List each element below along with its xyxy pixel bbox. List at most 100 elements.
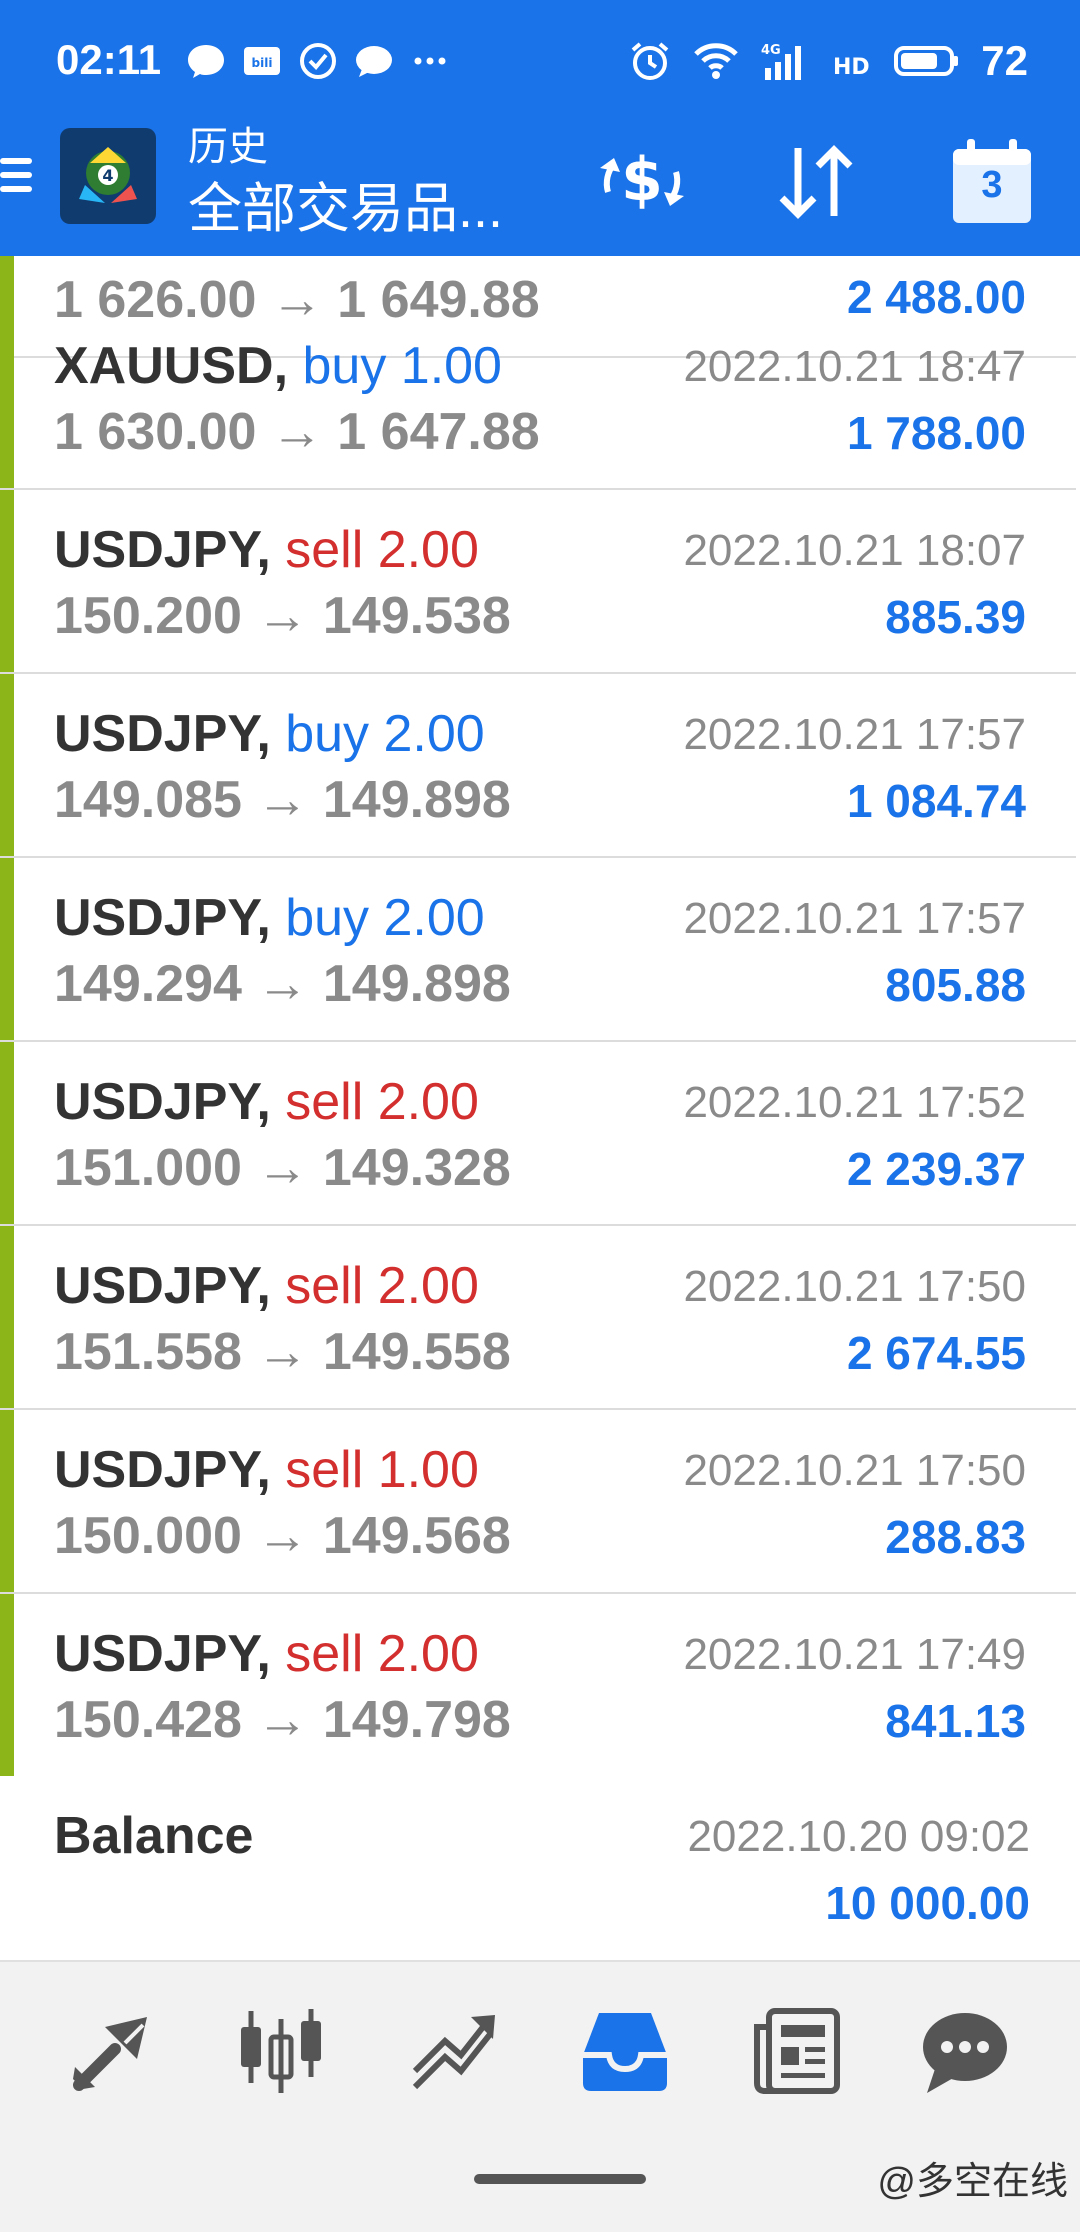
trade-prices: 150.200 → 149.538 [54, 587, 511, 645]
alarm-icon [631, 42, 669, 80]
trade-side-volume: sell 2.00 [285, 1073, 479, 1131]
trade-row[interactable]: USDJPY, sell 2.00 151.558 → 149.558 2022.1… [0, 1226, 1076, 1410]
trade-prices: 149.085 → 149.898 [54, 771, 511, 829]
trade-profit: 1 084.74 [846, 775, 1026, 827]
nav-quotes-icon[interactable] [58, 1996, 168, 2106]
home-indicator[interactable] [474, 2174, 646, 2184]
trade-profit: 1 788.00 [846, 407, 1026, 459]
nav-trade-icon[interactable] [398, 1996, 508, 2106]
profit-indicator [0, 1042, 14, 1224]
trade-time: 2022.10.21 17:49 [683, 1630, 1026, 1679]
trade-symbol: USDJPY, sell 2.00 [54, 1072, 479, 1132]
sort-icon[interactable] [766, 132, 866, 232]
trade-row[interactable]: USDJPY, sell 1.00 150.000 → 149.568 2022.1… [0, 1410, 1076, 1594]
symbol-name: XAUUSD, [54, 337, 289, 395]
trade-row[interactable]: USDJPY, sell 2.00 150.428 → 149.798 2022.1… [0, 1594, 1076, 1778]
trade-row[interactable]: USDJPY, buy 2.00 149.085 → 149.898 2022.10… [0, 674, 1076, 858]
nav-history-icon[interactable] [570, 1996, 680, 2106]
trade-profit: 805.88 [885, 959, 1026, 1011]
trade-time: 2022.10.21 18:47 [683, 342, 1026, 391]
trade-row[interactable]: USDJPY, buy 2.00 149.294 → 149.898 2022.10… [0, 858, 1076, 1042]
symbol-name: USDJPY, [54, 1625, 271, 1683]
trade-prices: 151.558 → 149.558 [54, 1323, 511, 1381]
trade-time: 2022.10.21 17:50 [683, 1262, 1026, 1311]
svg-text:4: 4 [102, 166, 113, 185]
trade-side-volume: buy 2.00 [285, 889, 485, 947]
trade-time: 2022.10.21 17:57 [683, 894, 1026, 943]
symbol-name: USDJPY, [54, 705, 271, 763]
nav-chart-icon[interactable] [226, 1996, 336, 2106]
svg-text:4G: 4G [761, 43, 781, 58]
trade-profit: 288.83 [885, 1511, 1026, 1563]
symbol-name: USDJPY, [54, 1073, 271, 1131]
trade-profit: 885.39 [885, 591, 1026, 643]
trade-symbol: USDJPY, sell 2.00 [54, 1624, 479, 1684]
calendar-day: 3 [981, 164, 1003, 206]
currency-exchange-icon[interactable]: $ [592, 132, 692, 232]
history-list[interactable]: 1 626.00 → 1 649.88 2 488.00 XAUUSD, buy… [0, 256, 1080, 1960]
status-bar: 02:11 bili 4G HD 72 [0, 0, 1080, 120]
trade-prices: 151.000 → 149.328 [54, 1139, 511, 1197]
trade-symbol: XAUUSD, buy 1.00 [54, 336, 502, 396]
menu-icon[interactable] [0, 150, 40, 214]
trade-prices: 150.000 → 149.568 [54, 1507, 511, 1565]
trade-prices: 1 630.00 → 1 647.88 [54, 403, 540, 461]
profit-indicator [0, 490, 14, 672]
app-header: 02:11 bili 4G HD 72 4 历史 全部交易品... $ 3 [0, 0, 1080, 256]
svg-text:bili: bili [252, 56, 273, 70]
svg-text:HD: HD [833, 55, 870, 80]
trade-row[interactable]: USDJPY, sell 2.00 150.200 → 149.538 2022.1… [0, 490, 1076, 674]
trade-side-volume: sell 1.00 [285, 1441, 479, 1499]
battery-level: 72 [981, 37, 1028, 84]
trade-symbol: USDJPY, sell 1.00 [54, 1440, 479, 1500]
trade-side-volume: buy 2.00 [285, 705, 485, 763]
profit-indicator [0, 674, 14, 856]
symbol-name: USDJPY, [54, 889, 271, 947]
nav-chat-icon[interactable] [910, 1996, 1020, 2106]
wifi-icon [694, 43, 739, 79]
message-bubble-icon [186, 41, 226, 81]
svg-text:$: $ [621, 145, 663, 215]
trade-side-volume: sell 2.00 [285, 1257, 479, 1315]
trade-time: 2022.10.21 17:50 [683, 1446, 1026, 1495]
profit-indicator [0, 1410, 14, 1592]
hd-icon: HD [833, 55, 870, 80]
trade-symbol: USDJPY, buy 2.00 [54, 888, 485, 948]
status-time: 02:11 [56, 36, 162, 83]
balance-row[interactable]: Balance 2022.10.20 09:02 10 000.00 [0, 1776, 1080, 1960]
calendar-icon[interactable]: 3 [942, 132, 1042, 232]
symbol-name: USDJPY, [54, 1441, 271, 1499]
symbol-name: USDJPY, [54, 1257, 271, 1315]
trade-symbol: USDJPY, buy 2.00 [54, 704, 485, 764]
trade-symbol: USDJPY, sell 2.00 [54, 1256, 479, 1316]
trade-side-volume: buy 1.00 [302, 337, 502, 395]
symbol-name: USDJPY, [54, 521, 271, 579]
status-icons-left: bili [186, 36, 450, 86]
chat-icon [354, 41, 394, 81]
nav-news-icon[interactable] [742, 1996, 852, 2106]
trade-side-volume: sell 2.00 [285, 521, 479, 579]
trade-profit: 2 239.37 [846, 1143, 1026, 1195]
bilibili-icon: bili [242, 41, 282, 81]
symbol-filter-title[interactable]: 全部交易品... [188, 174, 503, 244]
trade-prices: 149.294 → 149.898 [54, 955, 511, 1013]
mt4-logo-icon[interactable]: 4 [60, 128, 156, 224]
toolbar-titles: 历史 全部交易品... [188, 120, 503, 244]
bottom-navigation: @多空在线 [0, 1960, 1080, 2232]
profit-indicator [0, 306, 14, 488]
trade-profit: 2 674.55 [846, 1327, 1026, 1379]
trade-profit: 841.13 [885, 1695, 1026, 1747]
watermark: @多空在线 [877, 2161, 1068, 2203]
status-icons-right: 4G HD 72 [629, 36, 1028, 86]
trade-time: 2022.10.21 17:52 [683, 1078, 1026, 1127]
balance-label: Balance [54, 1807, 254, 1865]
trade-row[interactable]: USDJPY, sell 2.00 151.000 → 149.328 2022.1… [0, 1042, 1076, 1226]
trade-time: 2022.10.21 17:57 [683, 710, 1026, 759]
more-dots-icon [410, 41, 450, 81]
balance-time: 2022.10.20 09:02 [687, 1812, 1030, 1861]
toolbar: 4 历史 全部交易品... $ 3 [0, 120, 1080, 256]
trade-prices: 150.428 → 149.798 [54, 1691, 511, 1749]
profit-indicator [0, 1594, 14, 1776]
trade-row[interactable]: XAUUSD, buy 1.00 1 630.00 → 1 647.88 2022.… [0, 306, 1076, 490]
battery-icon [894, 46, 959, 76]
